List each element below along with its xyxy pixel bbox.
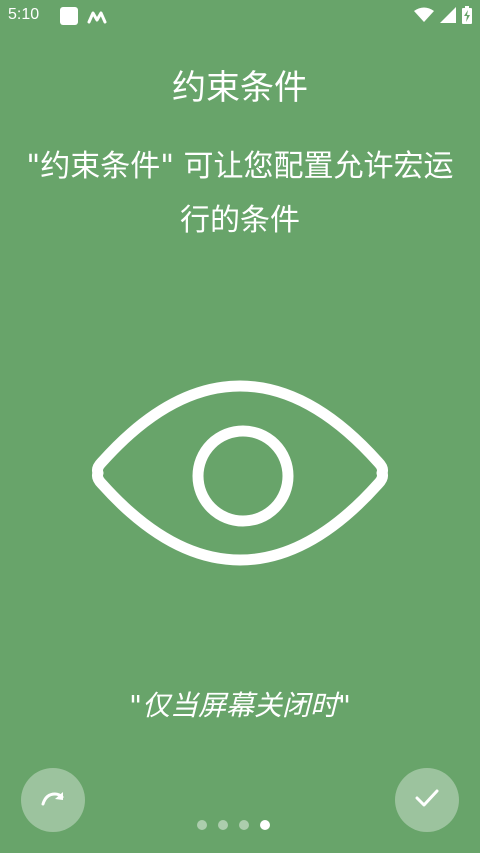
wifi-icon [408,7,434,23]
status-indicators [408,6,472,24]
page-dot-3[interactable] [239,820,249,830]
status-time: 5:10 [8,6,40,23]
page-description: "约束条件" 可让您配置允许宏运行的条件 [26,149,454,238]
redo-arrow-icon [40,790,66,810]
page-indicator [197,820,281,830]
status-bar: 5:10 [0,0,480,32]
page-dot-1[interactable] [197,820,207,830]
notification-m-icon [87,9,107,28]
page-dot-2[interactable] [218,820,228,830]
skip-button[interactable] [21,768,85,832]
page-dot-4-active[interactable] [260,820,270,830]
example-constraint-quote: "仅当屏幕关闭时" [129,689,351,722]
eye-icon [90,378,390,568]
battery-charging-icon [456,6,472,24]
page-title: 约束条件 [172,68,308,108]
done-button[interactable] [395,768,459,832]
cell-signal-icon [434,7,456,23]
notification-app-icon [60,7,78,25]
checkmark-icon [415,789,439,811]
